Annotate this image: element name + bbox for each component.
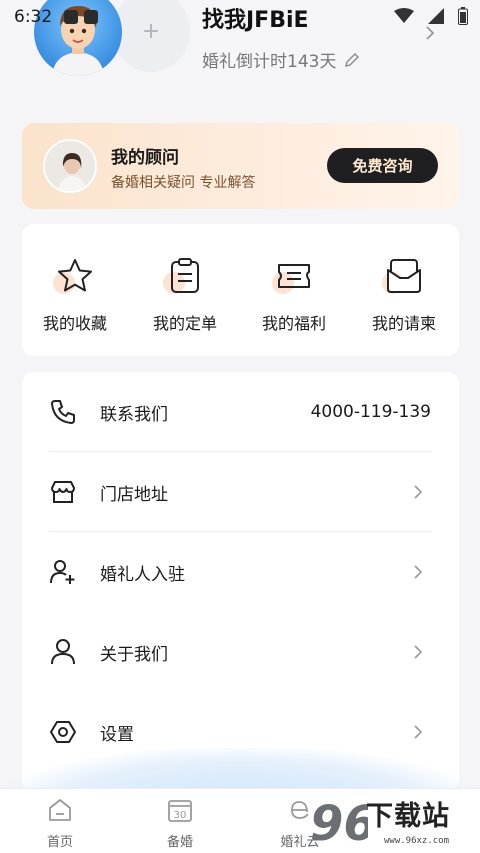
status-bar: 6:32 (0, 0, 480, 34)
menu-item-label: 门店地址 (100, 484, 168, 505)
quick-action-favorites[interactable]: 我的收藏 (20, 254, 130, 334)
advisor-title: 我的顾问 (111, 148, 179, 168)
star-icon (53, 254, 97, 298)
signal-icon (428, 8, 444, 24)
menu-item-label: 关于我们 (100, 644, 168, 665)
advisor-subtitle: 备婚相关疑问 专业解答 (111, 175, 256, 191)
quick-actions-card: 我的收藏 我的定单 我的福利 我的请柬 (22, 224, 459, 356)
svg-text:96: 96 (310, 796, 368, 852)
svg-text:30: 30 (174, 810, 187, 821)
home-icon (49, 799, 71, 821)
menu-item-store-address[interactable]: 门店地址 (22, 452, 459, 532)
quick-action-orders[interactable]: 我的定单 (130, 254, 240, 334)
countdown-text: 婚礼倒计时143天 (202, 52, 337, 72)
quick-action-label: 我的定单 (152, 314, 217, 333)
menu-item-label: 联系我们 (100, 404, 168, 425)
chevron-right-icon (414, 645, 423, 659)
ticket-icon (272, 254, 316, 298)
status-time: 6:32 (14, 7, 53, 27)
wedding-countdown[interactable]: 婚礼倒计时143天 (202, 47, 360, 72)
nav-tab-prep[interactable]: 30 备婚 (135, 797, 225, 850)
add-user-icon (50, 560, 75, 584)
phone-icon (51, 400, 75, 424)
watermark-url: www.96xz.com (384, 836, 450, 846)
status-right (394, 7, 468, 25)
store-icon (51, 481, 75, 503)
watermark-text: 下载站 (366, 801, 450, 832)
chevron-right-icon (414, 725, 423, 739)
settings-icon (50, 721, 76, 743)
advisor-card[interactable]: 我的顾问 备婚相关疑问 专业解答 免费咨询 (22, 123, 459, 209)
wifi-icon (394, 8, 414, 23)
quick-action-label: 我的收藏 (42, 314, 107, 333)
battery-icon (458, 7, 468, 25)
menu-item-vendor-join[interactable]: 婚礼人入驻 (22, 532, 459, 612)
envelope-icon (382, 254, 426, 298)
watermark: 96 下载站 www.96xz.com (306, 790, 480, 853)
contact-phone-number[interactable]: 4000-119-139 (311, 402, 431, 422)
nav-tab-label: 备婚 (166, 835, 193, 850)
menu-card: 联系我们 4000-119-139 门店地址 婚礼人入驻 关于我们 设置 (22, 372, 459, 792)
notification-icon (64, 10, 79, 24)
user-icon (51, 639, 75, 665)
notification-a-icon (84, 10, 99, 24)
quick-action-label: 我的福利 (261, 314, 326, 333)
edit-pencil-icon[interactable] (344, 52, 360, 68)
nav-tab-home[interactable]: 首页 (15, 797, 105, 850)
nav-tab-label: 首页 (46, 835, 73, 850)
clipboard-icon (163, 254, 207, 298)
advisor-avatar (43, 139, 97, 193)
quick-action-label: 我的请柬 (371, 314, 436, 333)
menu-item-label: 婚礼人入驻 (100, 564, 185, 585)
quick-action-invitations[interactable]: 我的请柬 (349, 254, 459, 334)
menu-item-label: 设置 (100, 724, 134, 745)
free-consult-button[interactable]: 免费咨询 (327, 148, 438, 183)
chevron-right-icon (414, 485, 423, 499)
watermark-logo: 96 (310, 796, 368, 852)
calendar-icon: 30 (168, 800, 192, 822)
menu-item-about-us[interactable]: 关于我们 (22, 612, 459, 692)
quick-action-benefits[interactable]: 我的福利 (239, 254, 349, 334)
chevron-right-icon (414, 565, 423, 579)
advisor-photo-image (45, 141, 95, 191)
menu-item-contact[interactable]: 联系我们 4000-119-139 (22, 372, 459, 452)
